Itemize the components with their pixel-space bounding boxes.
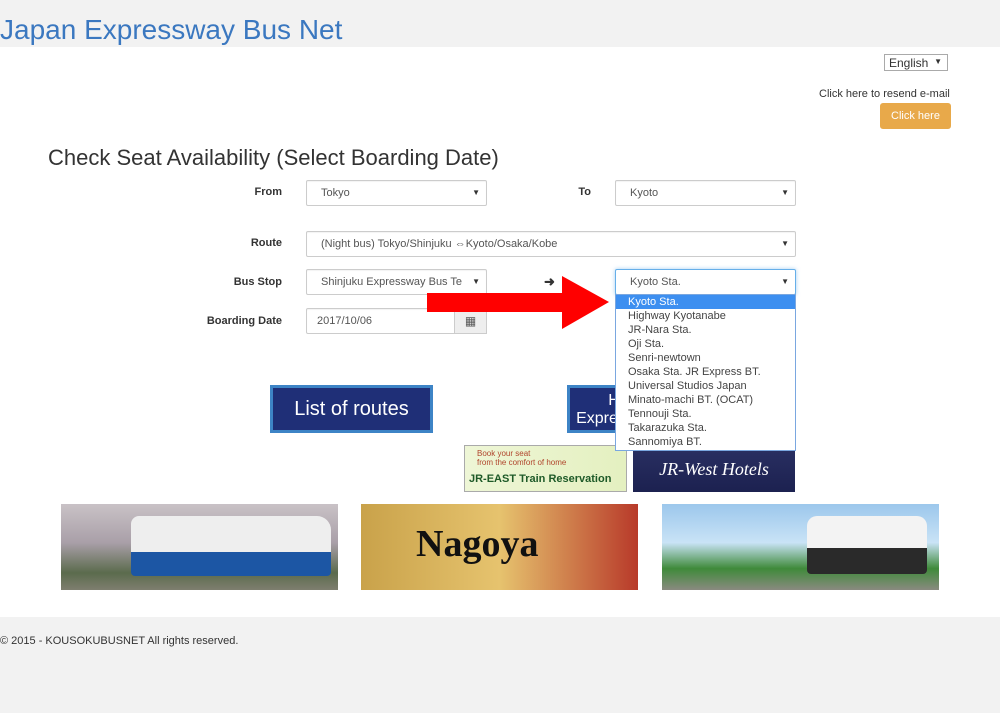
jr-east-top: Book your seat <box>477 449 531 458</box>
busstop-to-value: Kyoto Sta. <box>630 276 681 288</box>
caret-down-icon: ▼ <box>781 239 789 248</box>
from-label: From <box>254 186 283 198</box>
date-value: 2017/10/06 <box>317 315 373 327</box>
from-select[interactable]: Tokyo ▼ <box>306 180 487 206</box>
dropdown-option[interactable]: Kyoto Sta. <box>616 295 795 309</box>
dropdown-option[interactable]: Senri-newtown <box>616 351 795 365</box>
site-title[interactable]: Japan Expressway Bus Net <box>0 14 342 46</box>
caret-down-icon: ▼ <box>781 277 789 286</box>
dropdown-option[interactable]: Minato-machi BT. (OCAT) <box>616 393 795 407</box>
bus-photo-banner[interactable] <box>61 504 338 590</box>
footer-copyright: © 2015 - KOUSOKUBUSNET All rights reserv… <box>0 635 239 647</box>
dropdown-option[interactable]: Takarazuka Sta. <box>616 421 795 435</box>
jr-east-banner[interactable]: Book your seat from the comfort of home J… <box>464 445 627 492</box>
nagoya-text: Nagoya <box>416 523 539 565</box>
bus-stop-dropdown-list[interactable]: Kyoto Sta. Highway Kyotanabe JR-Nara Sta. O… <box>615 294 796 451</box>
to-value: Kyoto <box>630 187 659 199</box>
busstop-label: Bus Stop <box>233 276 282 288</box>
route-value: (Night bus) Tokyo/Shinjuku ⇔Kyoto/Osaka/… <box>321 238 558 250</box>
route-label: Route <box>250 237 282 249</box>
caret-down-icon: ▼ <box>934 57 942 66</box>
dropdown-option[interactable]: Highway Kyotanabe <box>616 309 795 323</box>
page-title: Check Seat Availability (Select Boarding… <box>48 145 499 170</box>
dropdown-option[interactable]: Oji Sta. <box>616 337 795 351</box>
date-label: Boarding Date <box>206 315 282 327</box>
dropdown-option[interactable]: Tennouji Sta. <box>616 407 795 421</box>
resend-button[interactable]: Click here <box>880 103 951 129</box>
from-value: Tokyo <box>321 187 350 199</box>
to-select[interactable]: Kyoto ▼ <box>615 180 796 206</box>
dropdown-option[interactable]: Universal Studios Japan <box>616 379 795 393</box>
to-label: To <box>578 186 591 198</box>
jr-east-mid: from the comfort of home <box>477 458 567 467</box>
caret-down-icon: ▼ <box>472 188 480 197</box>
language-value: English <box>889 56 929 70</box>
osaka-castle-banner[interactable] <box>662 504 939 590</box>
dropdown-option[interactable]: JR-Nara Sta. <box>616 323 795 337</box>
busstop-to-select[interactable]: Kyoto Sta. ▼ <box>615 269 796 295</box>
route-select[interactable]: (Night bus) Tokyo/Shinjuku ⇔Kyoto/Osaka/… <box>306 231 796 257</box>
red-arrow-annotation <box>427 276 609 329</box>
jr-east-title: JR-EAST Train Reservation <box>469 473 612 485</box>
caret-down-icon: ▼ <box>781 188 789 197</box>
nagoya-banner[interactable]: Nagoya <box>361 504 638 590</box>
language-select[interactable]: English ▼ <box>884 54 948 71</box>
resend-text: Click here to resend e-mail <box>819 88 950 100</box>
dropdown-option[interactable]: Osaka Sta. JR Express BT. <box>616 365 795 379</box>
dropdown-option[interactable]: Sannomiya BT. <box>616 435 795 449</box>
jr-west-banner[interactable]: JR-West Hotels <box>633 445 795 492</box>
list-of-routes-button[interactable]: List of routes <box>270 385 433 433</box>
